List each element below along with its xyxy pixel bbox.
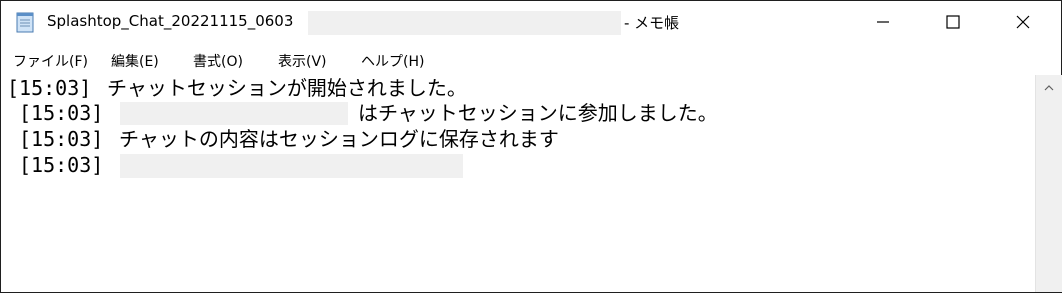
text-editor[interactable]: [15:03] チャットセッションが開始されました。 [15:03] はチャット… [1, 75, 1035, 291]
redacted-message [120, 154, 463, 178]
maximize-button[interactable] [923, 1, 983, 43]
minimize-icon [877, 21, 889, 23]
chat-line-1-text: チャットセッションが開始されました。 [95, 76, 467, 100]
vertical-scrollbar[interactable] [1035, 75, 1062, 292]
scroll-up-button[interactable] [1036, 77, 1062, 99]
chat-line-3-text: チャットの内容はセッションログに保存されます [107, 127, 559, 151]
menu-edit[interactable]: 編集(E) [111, 51, 159, 71]
chevron-up-icon [1044, 85, 1054, 91]
notepad-icon[interactable] [14, 11, 36, 33]
notepad-window: Splashtop_Chat_20221115_0603 - メモ帳 ファイル(… [0, 0, 1062, 293]
title-bar[interactable]: Splashtop_Chat_20221115_0603 - メモ帳 [1, 1, 1061, 43]
chat-line-3-time: [15:03] [19, 127, 104, 151]
chat-line-2-text: はチャットセッションに参加しました。 [358, 101, 718, 125]
chat-line-2-time: [15:03] [19, 101, 104, 125]
redacted-username [120, 102, 348, 125]
menu-format[interactable]: 書式(O) [193, 51, 243, 71]
menu-help[interactable]: ヘルプ(H) [361, 51, 424, 71]
redacted-title-area [308, 11, 621, 35]
menu-file[interactable]: ファイル(F) [13, 51, 88, 71]
close-button[interactable] [993, 1, 1053, 43]
chat-line-1-time: [15:03] [7, 76, 92, 100]
menu-view[interactable]: 表示(V) [278, 51, 327, 71]
maximize-icon [946, 15, 960, 29]
close-icon [1016, 15, 1030, 29]
chat-line-4-time: [15:03] [19, 153, 104, 177]
menu-bar: ファイル(F) 編集(E) 書式(O) 表示(V) ヘルプ(H) [1, 47, 1061, 75]
minimize-button[interactable] [853, 1, 913, 43]
window-title-app: - メモ帳 [624, 14, 680, 32]
window-title: Splashtop_Chat_20221115_0603 [47, 12, 294, 30]
